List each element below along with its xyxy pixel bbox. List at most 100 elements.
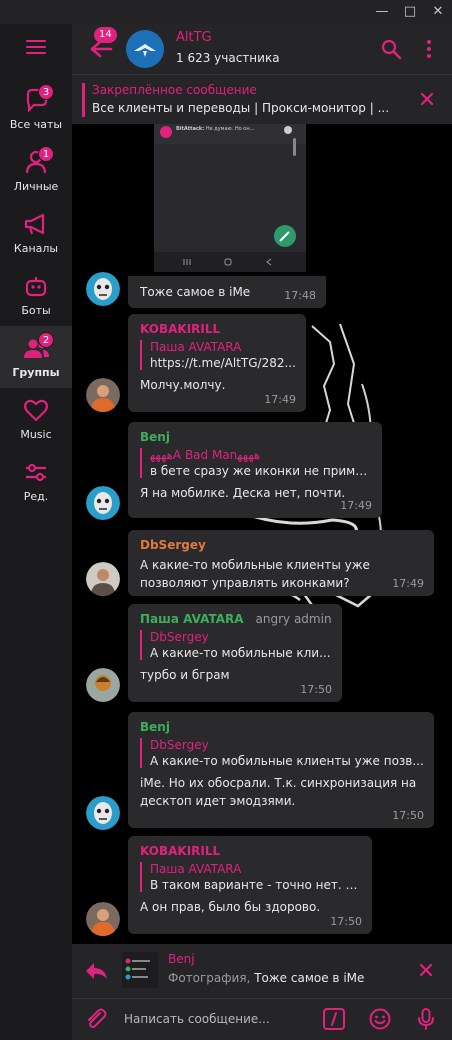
folder-personal[interactable]: 1 Личные [0,140,72,202]
folder-music[interactable]: Music [0,388,72,450]
pinned-message-bar[interactable]: Закреплённое сообщение Все клиенты и пер… [72,74,452,124]
jet-logo-icon [126,30,164,68]
microphone-icon[interactable] [414,1007,438,1031]
reply-author: Паша AVATARA [150,340,242,354]
chat-header: 14 AltTG 1 623 участника [72,24,452,74]
folder-label: Все чаты [9,118,63,131]
reply-preview-bar[interactable]: Benj Фотография, Тоже самое в iMe [72,944,452,998]
reply-text: А какие-то мобильные клиенты уже позв... [150,754,424,768]
message-sender[interactable]: Benj [140,430,370,444]
message-text: А он прав, было бы здорово. [140,900,321,914]
person-avatar-icon [86,902,120,936]
photo-avatar [160,126,172,138]
message-time: 17:50 [330,915,362,928]
message-bubble[interactable]: Benj DbSergey А какие-то мобильные клиен… [128,712,434,828]
folder-label: Боты [21,304,51,317]
avatar[interactable] [86,562,120,596]
reply-thumbnail [122,952,158,988]
reply-quote[interactable]: Паша AVATARA В таком варианте - точно не… [140,862,362,892]
message-bubble[interactable]: Тоже самое в iMe 17:48 [128,276,326,308]
avatar[interactable] [86,796,120,830]
message-bubble[interactable]: DbSergey А какие-то мобильные клиенты уж… [128,530,434,596]
avatar[interactable] [86,902,120,936]
message-bubble[interactable]: Benj ﻫﻬﻬﻬA Bad Manﻫﻬﻬﻬ в бете сразу же и… [128,422,382,518]
photo-thumbnail-icon [122,952,158,988]
folder-badge: 1 [38,146,54,162]
attach-icon[interactable] [84,1007,108,1031]
message-sender[interactable]: DbSergey [140,538,422,552]
bot-commands-icon[interactable] [322,1007,346,1031]
search-icon[interactable] [380,38,402,60]
message-input[interactable] [124,1007,304,1031]
reply-quote[interactable]: DbSergey А какие-то мобильные клиенты уж… [140,738,424,768]
more-vertical-icon[interactable] [418,38,440,60]
minimize-button[interactable]: — [370,0,394,24]
reply-preview-text: Фотография, Тоже самое в iMe [168,971,364,985]
folder-badge: 2 [38,332,54,348]
person-avatar-icon [86,562,120,596]
folder-bots[interactable]: Боты [0,264,72,326]
folder-label: Личные [13,180,59,193]
close-window-button[interactable]: ✕ [426,0,450,24]
message-text: турбо и бграм [140,668,230,682]
folder-label: Каналы [13,242,59,255]
message-text: Молчу.молчу. [140,378,226,392]
message-bubble[interactable]: KOBAKIRILL Паша AVATARA В таком варианте… [128,836,372,934]
avatar[interactable] [86,272,120,306]
reply-text: https://t.me/AltTG/282... [150,356,296,370]
reply-quote[interactable]: Паша AVATARA https://t.me/AltTG/282... [140,340,296,370]
menu-icon[interactable] [26,40,46,54]
photo-fab [274,225,296,247]
reply-text: А какие-то мобильные кли... [150,646,331,660]
message-time: 17:50 [300,683,332,696]
robot-avatar-icon [86,796,120,830]
message-sender[interactable]: KOBAKIRILL [140,322,294,336]
reply-author: DbSergey [150,630,209,644]
message-time: 17:48 [284,289,316,302]
folder-all-chats[interactable]: 3 Все чаты [0,78,72,140]
pinned-accent-bar [82,83,85,117]
pinned-title: Закреплённое сообщение [92,83,257,97]
reply-quote[interactable]: ﻫﻬﻬﻬA Bad Manﻫﻬﻬﻬ в бете сразу же иконки… [140,448,372,478]
unread-count-badge: 14 [94,27,117,43]
message-time: 17:49 [264,393,296,406]
folder-sidebar: 3 Все чаты 1 Личные Каналы Боты 2 Группы… [0,24,72,1040]
chat-avatar[interactable] [126,30,164,68]
message-text: Я на мобилке. Деска нет, почти. [140,486,346,500]
photo-info-icon [284,126,292,134]
message-time: 17:49 [392,577,424,590]
pencil-icon [279,231,290,242]
pinned-text: Все клиенты и переводы | Прокси-монитор … [92,101,390,115]
megaphone-icon [24,213,45,235]
avatar[interactable] [86,378,120,412]
cancel-reply-icon[interactable] [418,962,434,978]
message-sender[interactable]: KOBAKIRILL [140,844,360,858]
maximize-button[interactable]: □ [398,0,422,24]
reply-preview-author: Benj [168,952,195,966]
sliders-icon [26,463,46,482]
message-sender[interactable]: Benj [140,720,422,734]
message-sender[interactable]: Паша AVATARA angry admin [140,612,332,626]
reply-text: В таком варианте - точно нет. В... [150,878,362,892]
message-bubble[interactable]: Паша AVATARA angry admin DbSergey А какие… [128,604,342,702]
avatar[interactable] [86,668,120,702]
chat-title[interactable]: AltTG [176,30,212,45]
folder-groups[interactable]: 2 Группы [0,326,72,388]
photo-text: Не думаю. Но он... [205,126,255,132]
reply-quote[interactable]: DbSergey А какие-то мобильные кли... [140,630,331,660]
message-time: 17:49 [340,499,372,512]
message-bubble[interactable]: KOBAKIRILL Паша AVATARA https://t.me/Alt… [128,314,306,412]
member-count: 1 623 участника [176,51,280,65]
photo-message[interactable]: BitAttack: Не думаю. Но он... [154,124,306,272]
close-pinned-icon[interactable] [420,92,434,106]
emoji-icon[interactable] [368,1007,392,1031]
folder-channels[interactable]: Каналы [0,202,72,264]
person-avatar-icon [86,668,120,702]
message-list[interactable]: BitAttack: Не думаю. Но он... Тоже самое… [72,124,452,944]
folder-edit[interactable]: Ред. [0,450,72,512]
reply-author: DbSergey [150,738,209,752]
avatar[interactable] [86,486,120,520]
folder-label: Music [20,428,52,441]
photo-scrollbar [293,138,296,156]
person-avatar-icon [86,378,120,412]
